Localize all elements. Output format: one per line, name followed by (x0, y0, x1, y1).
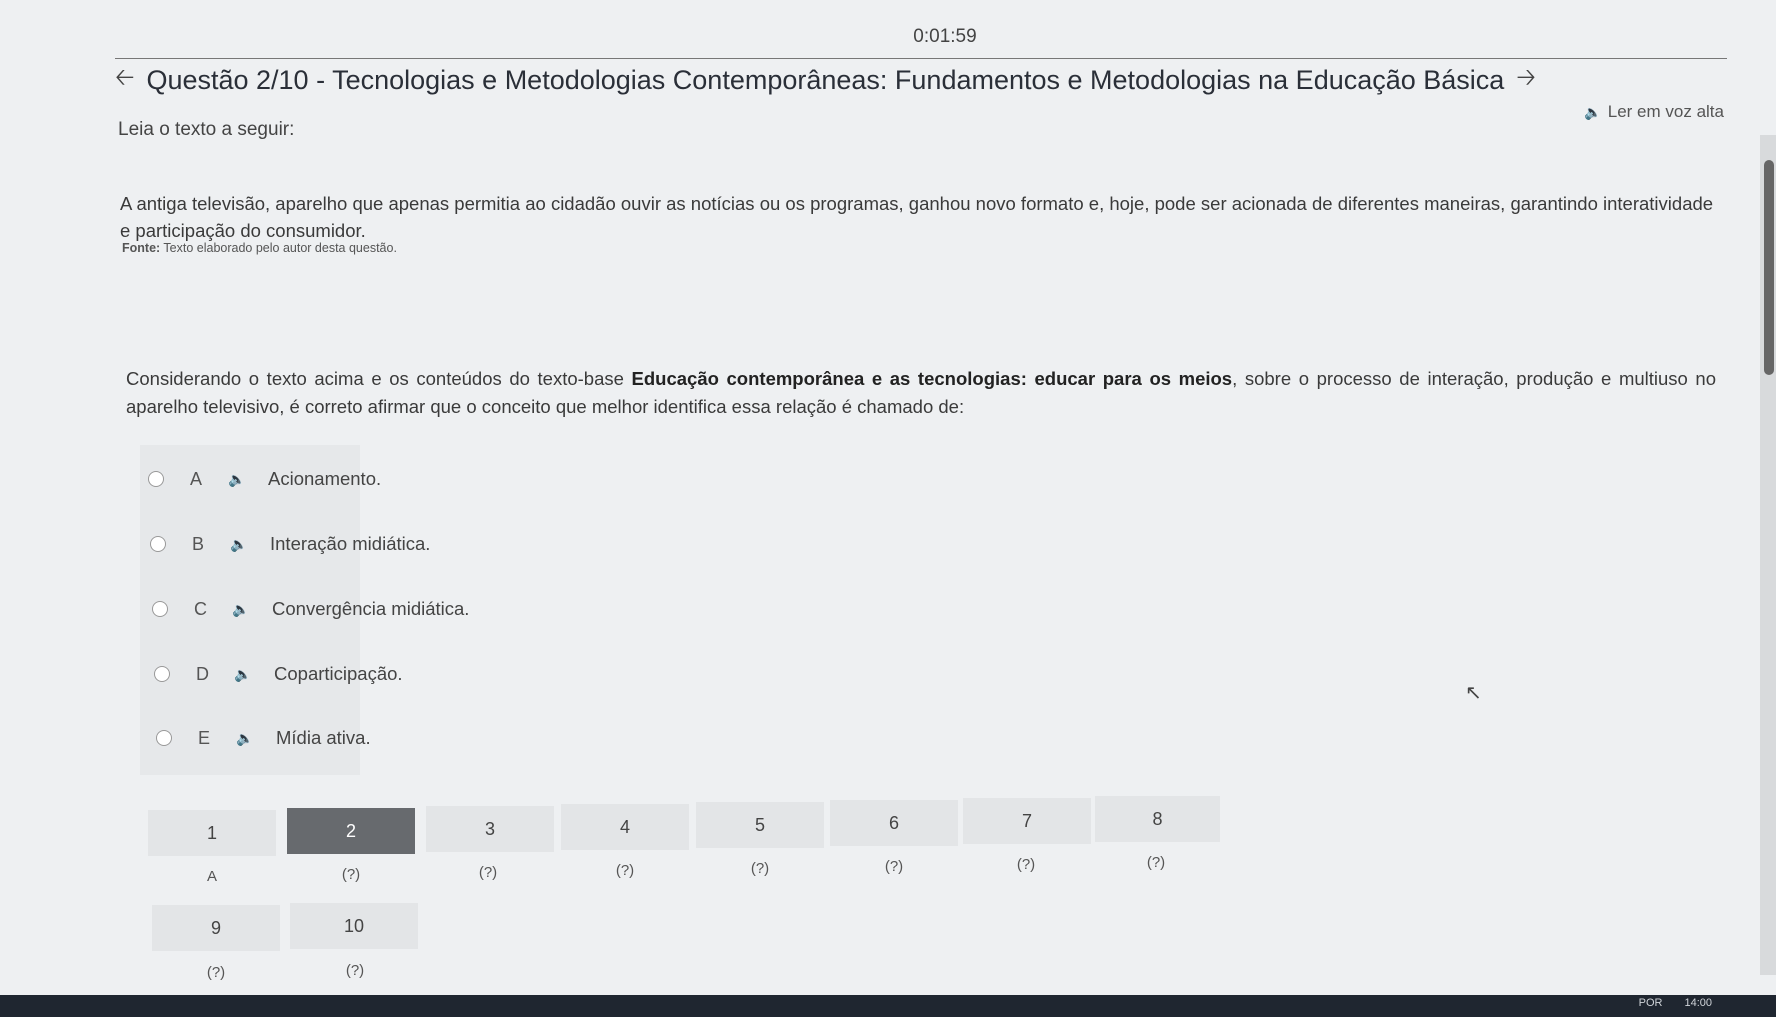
nav-answer-7: (?) (1016, 856, 1036, 873)
option-letter: E (198, 727, 211, 748)
nav-question-3[interactable]: 3 (426, 806, 554, 852)
language-indicator[interactable]: POR (1639, 997, 1663, 1009)
nav-question-10[interactable]: 10 (290, 903, 418, 949)
radio-button[interactable] (150, 536, 166, 552)
nav-question-1[interactable]: 1 (148, 810, 276, 856)
nav-answer-2: (?) (341, 866, 361, 883)
speaker-icon: 🔈 (1584, 104, 1602, 120)
option-letter: D (196, 663, 209, 684)
nav-question-8[interactable]: 8 (1095, 796, 1220, 842)
passage-text: A antiga televisão, aparelho que apenas … (120, 193, 1714, 241)
option-letter: A (190, 468, 203, 489)
nav-answer-4: (?) (615, 862, 635, 879)
option-text: Interação midiática. (270, 533, 431, 554)
read-aloud-button[interactable]: 🔈 Ler em voz alta (1584, 102, 1724, 122)
option-d[interactable]: D 🔈 Coparticipação. (154, 659, 403, 689)
lead-text: Leia o texto a seguir: (118, 119, 295, 140)
radio-button[interactable] (154, 666, 170, 682)
arrow-left-icon[interactable]: 🡠 (115, 60, 134, 101)
nav-question-9[interactable]: 9 (152, 905, 280, 951)
nav-question-4[interactable]: 4 (561, 804, 689, 850)
option-text: Convergência midiática. (272, 598, 470, 619)
radio-button[interactable] (152, 601, 168, 617)
source-text: Texto elaborado pelo autor desta questão… (160, 241, 397, 255)
nav-question-7[interactable]: 7 (963, 798, 1091, 844)
nav-question-5[interactable]: 5 (696, 802, 824, 848)
option-text: Mídia ativa. (276, 727, 371, 748)
page-title: Questão 2/10 - Tecnologias e Metodologia… (146, 65, 1505, 95)
nav-answer-3: (?) (478, 864, 498, 881)
nav-question-6[interactable]: 6 (830, 800, 958, 846)
source-label: Fonte: (122, 241, 161, 255)
question-header: 🡠 Questão 2/10 - Tecnologias e Metodolog… (115, 60, 1536, 101)
scrollbar-thumb[interactable] (1764, 160, 1774, 375)
question-text: Considerando o texto acima e os conteúdo… (126, 365, 1716, 421)
option-letter: B (192, 533, 205, 554)
question-bold: Educação contemporânea e as tecnologias:… (631, 368, 1233, 389)
speaker-icon[interactable]: 🔈 (236, 730, 276, 747)
option-c[interactable]: C 🔈 Convergência midiática. (152, 594, 469, 624)
option-text: Acionamento. (268, 468, 382, 489)
mouse-cursor-icon: ↖ (1465, 682, 1482, 704)
option-e[interactable]: E 🔈 Mídia ativa. (156, 723, 371, 753)
question-part1: Considerando o texto acima e os conteúdo… (126, 368, 632, 389)
option-letter: C (194, 598, 207, 619)
clock[interactable]: 14:00 (1684, 997, 1712, 1009)
arrow-right-icon[interactable]: 🡢 (1516, 60, 1535, 101)
option-a[interactable]: A 🔈 Acionamento. (148, 464, 381, 494)
option-text: Coparticipação. (274, 663, 403, 684)
source-citation: Fonte: Texto elaborado pelo autor desta … (122, 241, 397, 255)
speaker-icon[interactable]: 🔈 (234, 666, 274, 683)
nav-answer-5: (?) (750, 860, 770, 877)
radio-button[interactable] (148, 471, 164, 487)
nav-answer-9: (?) (206, 964, 226, 981)
read-aloud-label: Ler em voz alta (1607, 102, 1724, 121)
nav-answer-8: (?) (1146, 854, 1166, 871)
nav-answer-1: A (206, 868, 217, 885)
nav-answer-6: (?) (884, 858, 904, 875)
speaker-icon[interactable]: 🔈 (228, 471, 268, 488)
speaker-icon[interactable]: 🔈 (230, 536, 270, 553)
option-b[interactable]: B 🔈 Interação midiática. (150, 529, 430, 559)
nav-answer-10: (?) (345, 962, 365, 979)
taskbar: POR 14:00 (0, 995, 1776, 1017)
radio-button[interactable] (156, 730, 172, 746)
system-tray: POR 14:00 (1639, 997, 1712, 1009)
timer: 0:01:59 (913, 26, 977, 47)
speaker-icon[interactable]: 🔈 (232, 601, 272, 618)
nav-question-2[interactable]: 2 (287, 808, 415, 854)
